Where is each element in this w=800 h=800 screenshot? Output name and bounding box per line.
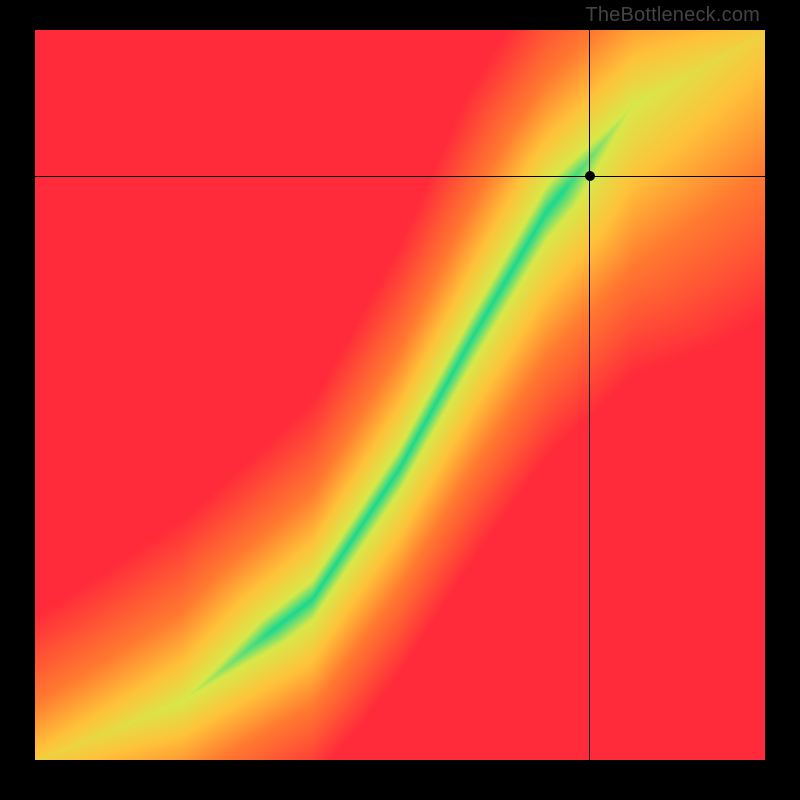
heatmap-plot [35, 30, 765, 760]
crosshair-horizontal [35, 176, 765, 177]
crosshair-vertical [589, 30, 590, 760]
heatmap-canvas [35, 30, 765, 760]
crosshair-marker-dot [585, 171, 595, 181]
watermark-text: TheBottleneck.com [585, 4, 760, 27]
